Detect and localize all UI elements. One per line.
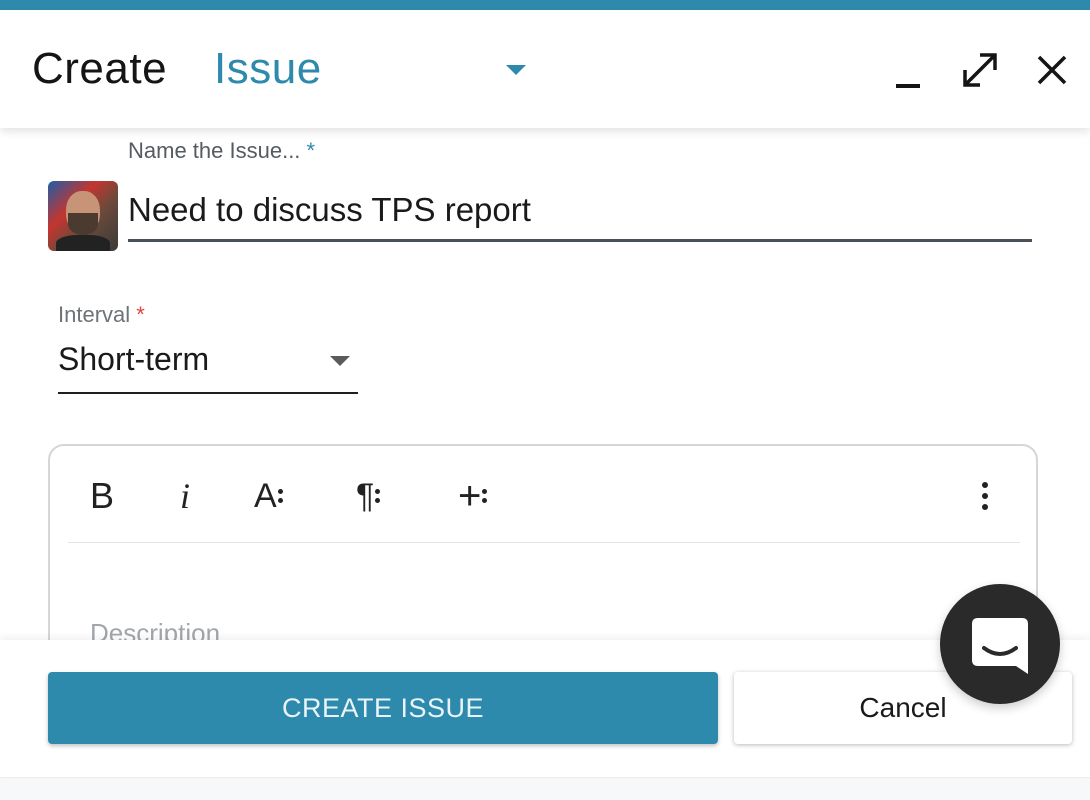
issue-name-input[interactable]	[128, 180, 1032, 242]
expand-icon	[963, 53, 997, 87]
font-icon: A	[254, 476, 277, 515]
insert-button[interactable]: +	[458, 473, 488, 518]
dialog-body: Name the Issue... * Interval * Short-ter…	[0, 128, 1090, 784]
close-icon	[1037, 55, 1067, 85]
required-mark: *	[306, 138, 316, 163]
maximize-button[interactable]	[960, 50, 1000, 90]
chat-icon	[972, 618, 1028, 674]
italic-button[interactable]: i	[180, 474, 190, 518]
paragraph-icon: ¶	[356, 476, 375, 515]
create-issue-button[interactable]: CREATE ISSUE	[48, 672, 718, 744]
top-accent-bar	[0, 0, 1090, 10]
interval-field-label: Interval *	[58, 302, 145, 327]
toolbar-divider	[68, 542, 1020, 543]
dialog-header: Create Issue	[0, 10, 1090, 128]
vertical-dots-icon	[277, 489, 283, 503]
vertical-dots-icon	[482, 489, 488, 503]
footer-edge	[0, 777, 1090, 800]
close-button[interactable]	[1032, 50, 1072, 90]
item-type-selector[interactable]: Issue	[214, 44, 322, 94]
chevron-down-icon	[330, 356, 350, 366]
minimize-icon	[896, 84, 920, 88]
name-field-label: Name the Issue... *	[128, 138, 316, 163]
minimize-button[interactable]	[888, 50, 928, 90]
chat-launcher-button[interactable]	[940, 584, 1060, 704]
vertical-dots-icon	[981, 482, 988, 510]
avatar	[48, 181, 118, 251]
paragraph-format-button[interactable]: ¶	[356, 474, 381, 518]
interval-select[interactable]: Short-term	[58, 333, 358, 394]
chevron-down-icon[interactable]	[506, 65, 526, 75]
interval-selected-value: Short-term	[58, 341, 210, 377]
dialog-footer: CREATE ISSUE Cancel	[0, 640, 1090, 777]
more-options-button[interactable]	[972, 474, 996, 518]
plus-icon: +	[458, 473, 482, 518]
font-style-button[interactable]: A	[254, 474, 283, 518]
bold-button[interactable]: B	[90, 474, 114, 518]
title-prefix: Create	[32, 44, 168, 93]
required-mark: *	[136, 302, 145, 327]
vertical-dots-icon	[375, 489, 381, 503]
